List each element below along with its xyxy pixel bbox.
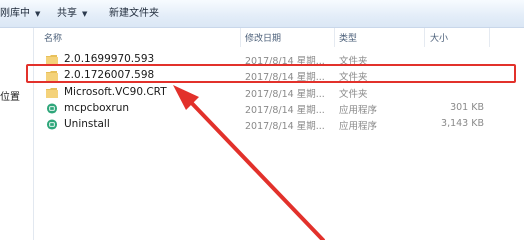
annotation-arrow-icon — [173, 85, 325, 240]
